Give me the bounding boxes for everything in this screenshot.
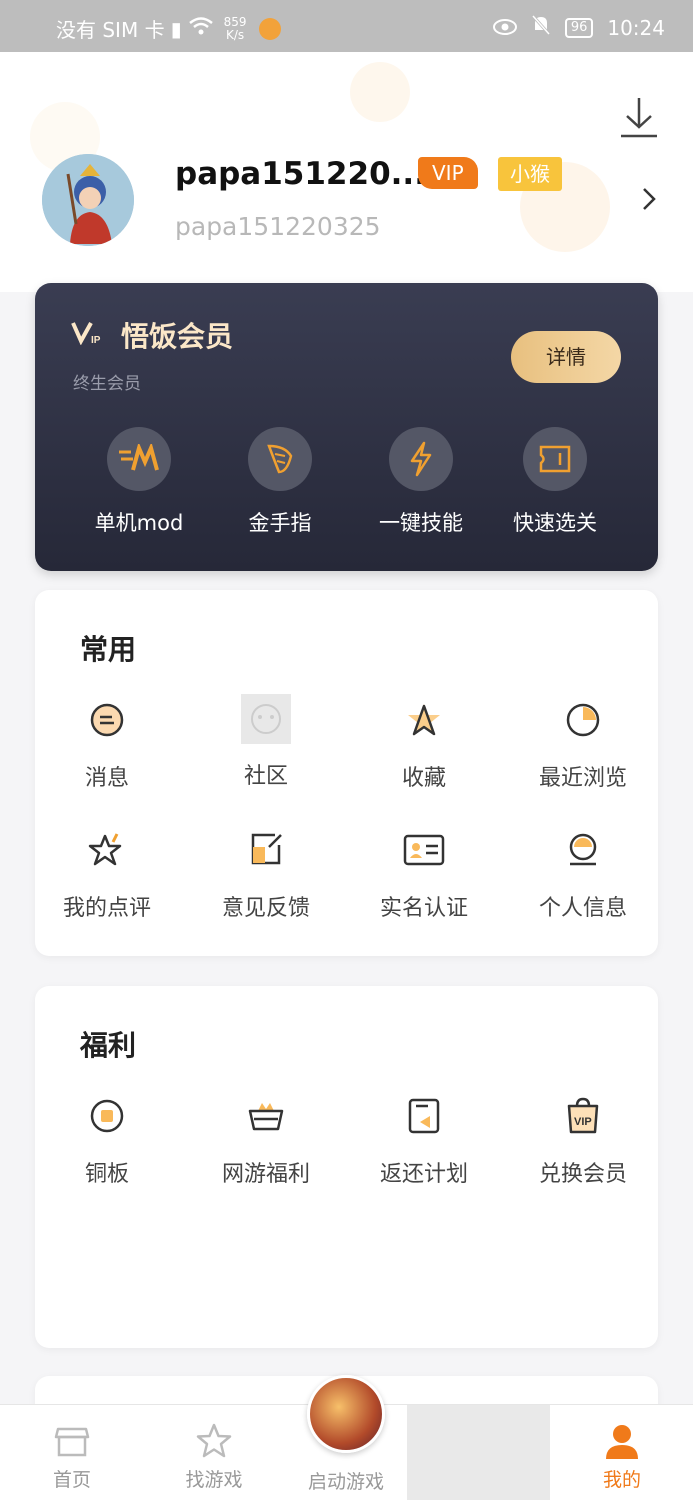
grid-item-label: 我的点评 — [62, 896, 151, 921]
bottom-navigation: 首页 找游戏 启动游戏 我的 — [0, 1375, 693, 1500]
grid-item-label: 消息 — [84, 766, 129, 791]
grid-item-realname[interactable]: 实名认证 — [349, 828, 499, 922]
grid-item-recent[interactable]: 最近浏览 — [508, 698, 658, 792]
home-store-icon — [52, 1421, 92, 1461]
nav-find-games[interactable]: 找游戏 — [162, 1405, 266, 1500]
nav-label: 我的 — [602, 1469, 641, 1491]
vip-feature-label: 快速选关 — [513, 511, 597, 535]
grid-item-label: 铜板 — [84, 1162, 129, 1187]
vip-feature-label: 一键技能 — [379, 511, 463, 535]
grid-item-label: 意见反馈 — [221, 896, 310, 921]
grid-item-label: 网游福利 — [221, 1162, 310, 1187]
vip-bag-icon: VIP — [561, 1094, 605, 1138]
vip-title: 悟饭会员 — [121, 320, 234, 353]
mute-bell-icon — [531, 14, 551, 41]
grid-item-favorites[interactable]: 收藏 — [349, 698, 499, 792]
id-card-icon — [402, 828, 446, 872]
carrier-label: 没有 SIM 卡 — [56, 18, 165, 42]
review-star-icon — [85, 828, 129, 872]
community-icon — [241, 694, 291, 744]
grid-item-label: 实名认证 — [379, 896, 468, 921]
level-badge: 小猴 — [498, 157, 562, 191]
download-button[interactable] — [619, 96, 659, 140]
grid-item-feedback[interactable]: 意见反馈 — [191, 828, 341, 922]
svg-text:VIP: VIP — [574, 1116, 592, 1128]
username: papa151220... — [175, 156, 426, 192]
vip-feature-skill[interactable]: 一键技能 — [351, 427, 491, 537]
nav-mine[interactable]: 我的 — [570, 1405, 674, 1500]
grid-item-label: 收藏 — [401, 766, 446, 791]
game-launch-icon — [307, 1375, 385, 1453]
chevron-right-icon — [643, 188, 656, 210]
avatar[interactable] — [42, 154, 134, 246]
grid-item-reviews[interactable]: 我的点评 — [32, 828, 182, 922]
status-right: 96 10:24 — [492, 14, 665, 41]
profile-detail-button[interactable] — [639, 184, 659, 214]
profile-header: papa151220... VIP 小猴 papa151220325 — [0, 52, 693, 292]
crown-basket-icon — [244, 1094, 288, 1138]
nav-overlay — [407, 1405, 550, 1500]
avatar-character-icon — [42, 154, 134, 246]
vip-feature-mod[interactable]: 单机mod — [69, 427, 209, 537]
vip-membership-card: IP 悟饭会员 终生会员 详情 单机mod 金手指 一键技能 快速选关 — [35, 283, 658, 571]
lightning-icon — [389, 427, 453, 491]
grid-item-label: 个人信息 — [538, 896, 627, 921]
nav-home[interactable]: 首页 — [20, 1405, 124, 1500]
grid-item-coins[interactable]: 铜板 — [32, 1094, 182, 1188]
grid-item-personal-info[interactable]: 个人信息 — [508, 828, 658, 922]
download-icon — [621, 98, 657, 138]
app-notification-icon — [258, 17, 281, 40]
wifi-icon — [188, 16, 214, 41]
grid-item-label: 兑换会员 — [538, 1162, 627, 1187]
common-section: 常用 消息 社区 收藏 最近浏览 我的点评 意见反馈 实名认证 个人信息 — [35, 590, 658, 956]
clock: 10:24 — [607, 15, 665, 40]
vip-badge: VIP — [418, 157, 478, 189]
vip-detail-button[interactable]: 详情 — [511, 331, 621, 383]
battery-indicator: 96 — [564, 17, 594, 38]
return-icon — [402, 1094, 446, 1138]
user-info-icon — [561, 828, 605, 872]
nav-label: 启动游戏 — [307, 1471, 384, 1493]
welfare-section: 福利 铜板 网游福利 返还计划 VIP 兑换会员 — [35, 986, 658, 1348]
vip-feature-label: 单机mod — [94, 511, 184, 535]
decoration-star — [350, 62, 410, 122]
user-id: papa151220325 — [175, 212, 381, 241]
section-title: 常用 — [80, 633, 137, 666]
net-speed-unit: K/s — [225, 27, 245, 42]
eye-icon — [492, 16, 517, 40]
net-speed: 859 K/s — [223, 14, 247, 42]
ticket-icon — [523, 427, 587, 491]
grid-item-message[interactable]: 消息 — [32, 698, 182, 792]
clock-pie-icon — [561, 698, 605, 742]
mod-m-icon — [107, 427, 171, 491]
nav-label: 找游戏 — [185, 1469, 243, 1491]
vip-subtitle: 终生会员 — [73, 374, 141, 394]
vip-feature-label: 金手指 — [248, 511, 312, 535]
sim-icon: ▮ — [170, 16, 182, 41]
grid-item-return-plan[interactable]: 返还计划 — [349, 1094, 499, 1188]
status-bar: 没有 SIM 卡 ▮ 859 K/s 96 10:24 — [0, 0, 693, 52]
grid-item-label: 最近浏览 — [538, 766, 627, 791]
grid-item-redeem-vip[interactable]: VIP 兑换会员 — [508, 1094, 658, 1188]
grid-item-label: 返还计划 — [379, 1162, 468, 1187]
feedback-edit-icon — [244, 828, 288, 872]
coin-icon — [85, 1094, 129, 1138]
message-icon — [85, 698, 129, 742]
grid-item-community[interactable]: 社区 — [191, 694, 341, 790]
grid-item-online-game-welfare[interactable]: 网游福利 — [191, 1094, 341, 1188]
section-title: 福利 — [80, 1029, 137, 1062]
star-outline-icon — [194, 1421, 234, 1461]
nav-launch-game[interactable]: 启动游戏 — [294, 1375, 398, 1500]
vip-logo-icon: IP — [71, 322, 101, 345]
status-left: 没有 SIM 卡 ▮ 859 K/s — [56, 14, 281, 43]
net-speed-value: 859 — [223, 14, 247, 29]
person-icon — [602, 1421, 642, 1461]
vip-feature-cheat[interactable]: 金手指 — [210, 427, 350, 537]
grid-item-label: 社区 — [243, 764, 288, 789]
wing-icon — [248, 427, 312, 491]
svg-text:IP: IP — [91, 335, 101, 345]
vip-feature-level-select[interactable]: 快速选关 — [485, 427, 625, 537]
star-icon — [402, 698, 446, 742]
nav-label: 首页 — [52, 1469, 91, 1491]
